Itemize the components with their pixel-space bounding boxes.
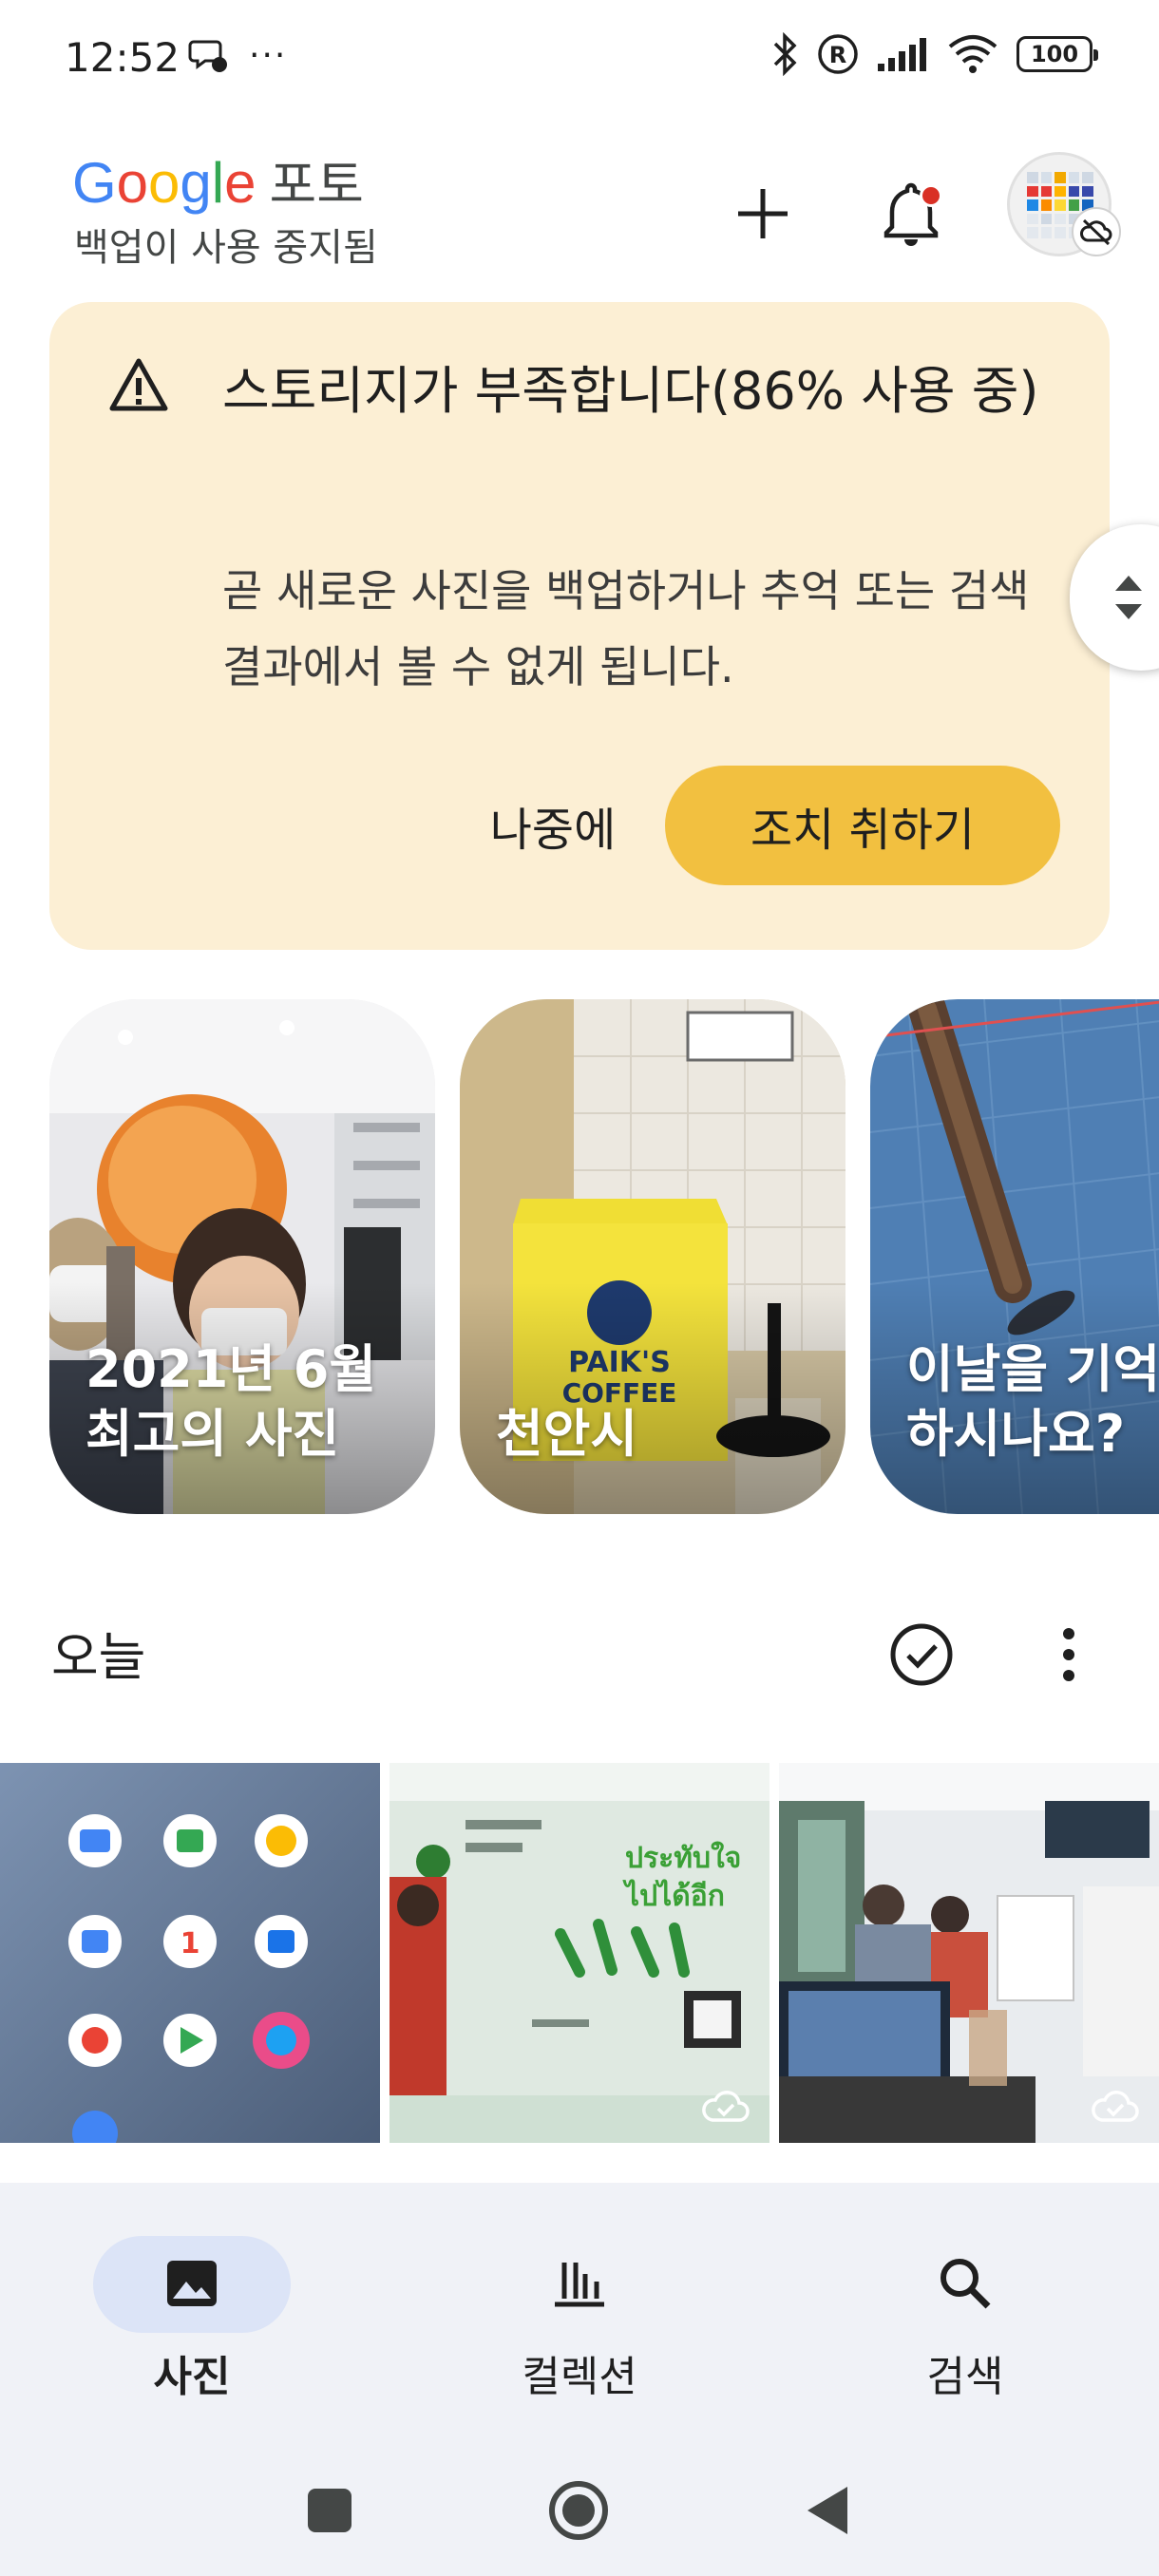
photo-image: 1 <box>0 1763 380 2143</box>
backup-status[interactable]: 백업이 사용 중지됨 <box>74 217 378 272</box>
svg-text:ประทับใจ: ประทับใจ <box>625 1841 741 1875</box>
backed-up-cloud-icon <box>702 2091 750 2122</box>
add-button[interactable] <box>720 171 806 256</box>
backup-off-badge <box>1072 207 1121 256</box>
status-right-icons: R 100 <box>771 32 1098 76</box>
recents-icon[interactable] <box>296 2477 363 2544</box>
bluetooth-icon <box>773 32 797 76</box>
status-bar: 12:52 ··· R 100 <box>0 0 1159 114</box>
storage-warning-title: 스토리지가 부족합니다(86% 사용 중) <box>222 361 1039 421</box>
logo-letter: l <box>211 151 225 215</box>
memory-card[interactable]: PAIK'S COFFEE 천안시 <box>460 999 846 1514</box>
photo-icon <box>167 2261 217 2306</box>
memory-label-line: 이날을 기억 <box>906 1339 1159 1399</box>
memory-label-line: 천안시 <box>496 1404 638 1464</box>
nav-item-search[interactable]: 검색 <box>819 2209 1104 2401</box>
storage-warning-card: 스토리지가 부족합니다(86% 사용 중) 곧 새로운 사진을 백업하거나 추억… <box>49 302 1110 950</box>
search-icon <box>940 2259 991 2309</box>
memory-label-line: 2021년 6월 <box>86 1339 377 1399</box>
photo-thumbnail[interactable] <box>779 1763 1159 2143</box>
plus-icon <box>738 189 788 238</box>
home-icon[interactable] <box>545 2477 612 2544</box>
scroll-arrows-icon <box>1115 576 1142 619</box>
logo-letter: e <box>224 151 256 215</box>
nav-item-photos[interactable]: 사진 <box>46 2209 331 2401</box>
logo-letter: g <box>180 151 212 215</box>
more-dots-icon: ··· <box>249 35 288 75</box>
more-options-icon[interactable] <box>1045 1615 1092 1695</box>
storage-warning-description: 곧 새로운 사진을 백업하거나 추억 또는 검색결과에서 볼 수 없게 됩니다. <box>222 565 1030 692</box>
svg-text:ไปได้อีก: ไปได้อีก <box>622 1879 725 1913</box>
memory-label: 2021년 6월 최고의 사진 <box>86 1337 376 1467</box>
select-all-check-icon[interactable] <box>882 1615 961 1695</box>
memory-card[interactable]: 2021년 6월 최고의 사진 <box>49 999 435 1514</box>
notifications-button[interactable] <box>868 171 954 256</box>
memory-label: 천안시 <box>496 1402 637 1467</box>
app-header: Google 포토 백업이 사용 중지됨 <box>0 133 1159 275</box>
logo-letter: o <box>148 151 180 215</box>
later-button[interactable]: 나중에 <box>429 766 676 885</box>
status-left-icons: ··· <box>188 34 287 76</box>
cloud-off-icon <box>1080 218 1112 246</box>
nav-label: 사진 <box>153 2353 231 2401</box>
logo-letter: o <box>116 151 149 215</box>
nav-label: 검색 <box>926 2353 1004 2401</box>
svg-text:R: R <box>829 42 846 68</box>
library-icon <box>555 2263 604 2307</box>
logo-letter: G <box>72 151 117 215</box>
photo-thumbnail[interactable]: 1 <box>0 1763 380 2143</box>
section-title-today: 오늘 <box>51 1627 146 1687</box>
back-icon[interactable] <box>796 2477 863 2544</box>
nav-item-collections[interactable]: 컬렉션 <box>433 2209 718 2401</box>
photo-image: ประทับใจ ไปได้อีก <box>390 1763 770 2143</box>
app-logo: Google 포토 <box>72 142 364 218</box>
svg-text:1: 1 <box>180 1927 200 1960</box>
signal-icon <box>878 38 926 71</box>
memory-label-line: 최고의 사진 <box>86 1404 340 1464</box>
memory-label-line: 하시나요? <box>906 1404 1126 1464</box>
system-navigation-bar <box>0 2451 1159 2565</box>
wifi-icon <box>948 35 998 73</box>
battery-indicator: 100 <box>1016 36 1098 72</box>
nav-label: 컬렉션 <box>522 2353 637 2401</box>
memory-card[interactable]: 이날을 기억 하시나요? <box>870 999 1159 1514</box>
take-action-button[interactable]: 조치 취하기 <box>665 766 1060 885</box>
notification-dot <box>920 184 942 207</box>
photo-thumbnail[interactable]: ประทับใจ ไปได้อีก <box>390 1763 770 2143</box>
memory-label: 이날을 기억 하시나요? <box>906 1337 1159 1467</box>
photo-image <box>779 1763 1159 2143</box>
registered-icon: R <box>818 34 858 74</box>
status-time: 12:52 <box>65 34 180 81</box>
product-name: 포토 <box>269 155 364 215</box>
warning-icon <box>109 358 168 411</box>
backed-up-cloud-icon <box>1092 2091 1139 2122</box>
messenger-icon <box>188 40 227 72</box>
